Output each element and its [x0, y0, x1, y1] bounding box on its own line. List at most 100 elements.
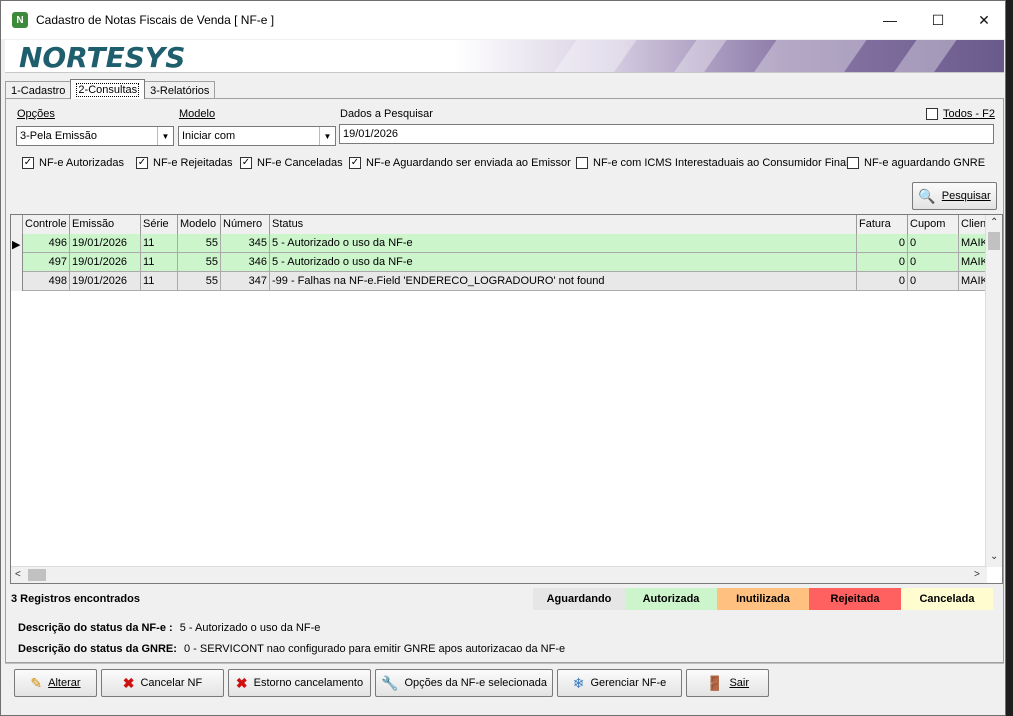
dados-label: Dados a Pesquisar — [340, 108, 433, 120]
chevron-up-icon[interactable]: ⌃ — [990, 217, 998, 228]
cell-numero: 346 — [221, 253, 270, 272]
gerenciar-nfe-button[interactable]: ❄ Gerenciar NF-e — [557, 669, 682, 697]
cell-modelo: 55 — [178, 272, 221, 291]
swirl-icon: ❄ — [572, 674, 585, 691]
scroll-thumb[interactable] — [988, 232, 1000, 250]
desc-nfe: Descrição do status da NF-e : 5 - Autori… — [18, 622, 320, 634]
checkbox-box[interactable] — [926, 108, 938, 120]
maximize-button[interactable]: ☐ — [915, 1, 961, 39]
title-bar: N Cadastro de Notas Fiscais de Venda [ N… — [1, 1, 1005, 39]
legend-inutilizada: Inutilizada — [717, 588, 809, 610]
window-title: Cadastro de Notas Fiscais de Venda [ NF-… — [36, 13, 275, 27]
checkbox-box[interactable] — [847, 157, 859, 169]
nortesys-logo: NORTESYS — [19, 41, 186, 73]
desc-gnre-label: Descrição do status da GNRE: — [18, 643, 177, 655]
pesquisar-button[interactable]: 🔍 Pesquisar — [912, 182, 997, 210]
pencil-icon: ✎ — [30, 674, 43, 691]
table-row[interactable]: 498 19/01/2026 11 55 347 -99 - Falhas na… — [11, 272, 989, 291]
chevron-down-icon[interactable]: ⌄ — [990, 551, 998, 562]
opcoes-label: Opções da NF-e selecionada — [404, 677, 547, 689]
chevron-down-icon[interactable]: ▼ — [157, 127, 173, 145]
modelo-select[interactable]: Iniciar com ▼ — [178, 126, 336, 146]
todos-label: Todos - F2 — [943, 108, 995, 120]
desc-nfe-label: Descrição do status da NF-e : — [18, 622, 173, 634]
check-label: NF-e Canceladas — [257, 157, 343, 169]
col-status[interactable]: Status — [270, 215, 857, 234]
row-pointer-icon: ▶ — [11, 234, 23, 253]
opcoes-select[interactable]: 3-Pela Emissão ▼ — [16, 126, 174, 146]
close-button[interactable]: ✕ — [961, 1, 1007, 39]
horizontal-scrollbar[interactable]: < > — [11, 566, 987, 583]
dados-value: 19/01/2026 — [343, 128, 399, 140]
cell-controle: 496 — [23, 234, 70, 253]
estorno-cancelamento-button[interactable]: ✖ Estorno cancelamento — [228, 669, 371, 697]
opcoes-label: Opções — [17, 108, 55, 120]
checkbox-box[interactable] — [576, 157, 588, 169]
chevron-left-icon[interactable]: < — [15, 569, 21, 580]
cell-cupom: 0 — [908, 253, 959, 272]
col-modelo[interactable]: Modelo — [178, 215, 221, 234]
col-controle[interactable]: Controle — [23, 215, 70, 234]
cell-serie: 11 — [141, 272, 178, 291]
tab-relatorios[interactable]: 3-Relatórios — [144, 81, 216, 99]
checkmark-icon[interactable]: ✓ — [349, 157, 361, 169]
grid-header: Controle Emissão Série Modelo Número Sta… — [11, 215, 989, 234]
cancelar-nf-button[interactable]: ✖ Cancelar NF — [101, 669, 224, 697]
col-emissao[interactable]: Emissão — [70, 215, 141, 234]
cancelar-label: Cancelar NF — [140, 677, 203, 689]
magnifier-icon: 🔍 — [918, 187, 936, 204]
checkmark-icon[interactable]: ✓ — [22, 157, 34, 169]
row-indicator — [11, 272, 23, 291]
col-serie[interactable]: Série — [141, 215, 178, 234]
check-autorizadas[interactable]: ✓ NF-e Autorizadas — [22, 157, 124, 169]
checkmark-icon[interactable]: ✓ — [136, 157, 148, 169]
chevron-right-icon[interactable]: > — [974, 569, 980, 580]
cell-fatura: 0 — [857, 234, 908, 253]
vertical-scrollbar[interactable]: ⌃ ⌄ — [985, 215, 1002, 567]
records-count: 3 Registros encontrados — [11, 593, 140, 605]
nfe-grid[interactable]: Controle Emissão Série Modelo Número Sta… — [10, 214, 1003, 584]
todos-checkbox[interactable]: Todos - F2 — [926, 108, 995, 120]
cell-emissao: 19/01/2026 — [70, 272, 141, 291]
tab-consultas[interactable]: 2-Consultas — [70, 79, 146, 99]
desc-gnre: Descrição do status da GNRE: 0 - SERVICO… — [18, 643, 565, 655]
sair-button[interactable]: 🚪 Sair — [686, 669, 769, 697]
row-indicator — [11, 253, 23, 272]
alterar-button[interactable]: ✎ Alterar — [14, 669, 97, 697]
col-cupom[interactable]: Cupom — [908, 215, 959, 234]
dados-input[interactable]: 19/01/2026 — [339, 124, 994, 144]
check-gnre[interactable]: NF-e aguardando GNRE — [847, 157, 985, 169]
pesquisar-label: Pesquisar — [941, 190, 991, 202]
modelo-value: Iniciar com — [182, 130, 236, 142]
opcoes-nfe-button[interactable]: 🔧 Opções da NF-e selecionada — [375, 669, 553, 697]
col-fatura[interactable]: Fatura — [857, 215, 908, 234]
check-aguardando[interactable]: ✓ NF-e Aguardando ser enviada ao Emissor — [349, 157, 571, 169]
check-label: NF-e aguardando GNRE — [864, 157, 986, 169]
table-row[interactable]: ▶ 496 19/01/2026 11 55 345 5 - Autorizad… — [11, 234, 989, 253]
check-icms[interactable]: NF-e com ICMS Interestaduais ao Consumid… — [576, 157, 849, 169]
check-label: NF-e Aguardando ser enviada ao Emissor — [366, 157, 571, 169]
gerenciar-label: Gerenciar NF-e — [590, 677, 667, 689]
scroll-thumb[interactable] — [28, 569, 46, 581]
estorno-label: Estorno cancelamento — [253, 677, 364, 689]
red-x-icon: ✖ — [122, 674, 135, 691]
cell-modelo: 55 — [178, 253, 221, 272]
tab-cadastro[interactable]: 1-Cadastro — [5, 81, 72, 99]
chevron-down-icon[interactable]: ▼ — [319, 127, 335, 145]
cell-emissao: 19/01/2026 — [70, 234, 141, 253]
tab-label: 2-Consultas — [76, 82, 140, 97]
cell-controle: 497 — [23, 253, 70, 272]
door-exit-icon: 🚪 — [706, 674, 724, 691]
cell-fatura: 0 — [857, 253, 908, 272]
check-canceladas[interactable]: ✓ NF-e Canceladas — [240, 157, 343, 169]
cell-numero: 347 — [221, 272, 270, 291]
checkmark-icon[interactable]: ✓ — [240, 157, 252, 169]
table-row[interactable]: 497 19/01/2026 11 55 346 5 - Autorizado … — [11, 253, 989, 272]
indicator-header — [11, 215, 23, 234]
check-rejeitadas[interactable]: ✓ NF-e Rejeitadas — [136, 157, 232, 169]
col-numero[interactable]: Número — [221, 215, 270, 234]
alterar-label: Alterar — [48, 677, 81, 689]
minimize-button[interactable]: — — [867, 1, 913, 39]
cell-serie: 11 — [141, 234, 178, 253]
app-icon: N — [12, 12, 28, 28]
